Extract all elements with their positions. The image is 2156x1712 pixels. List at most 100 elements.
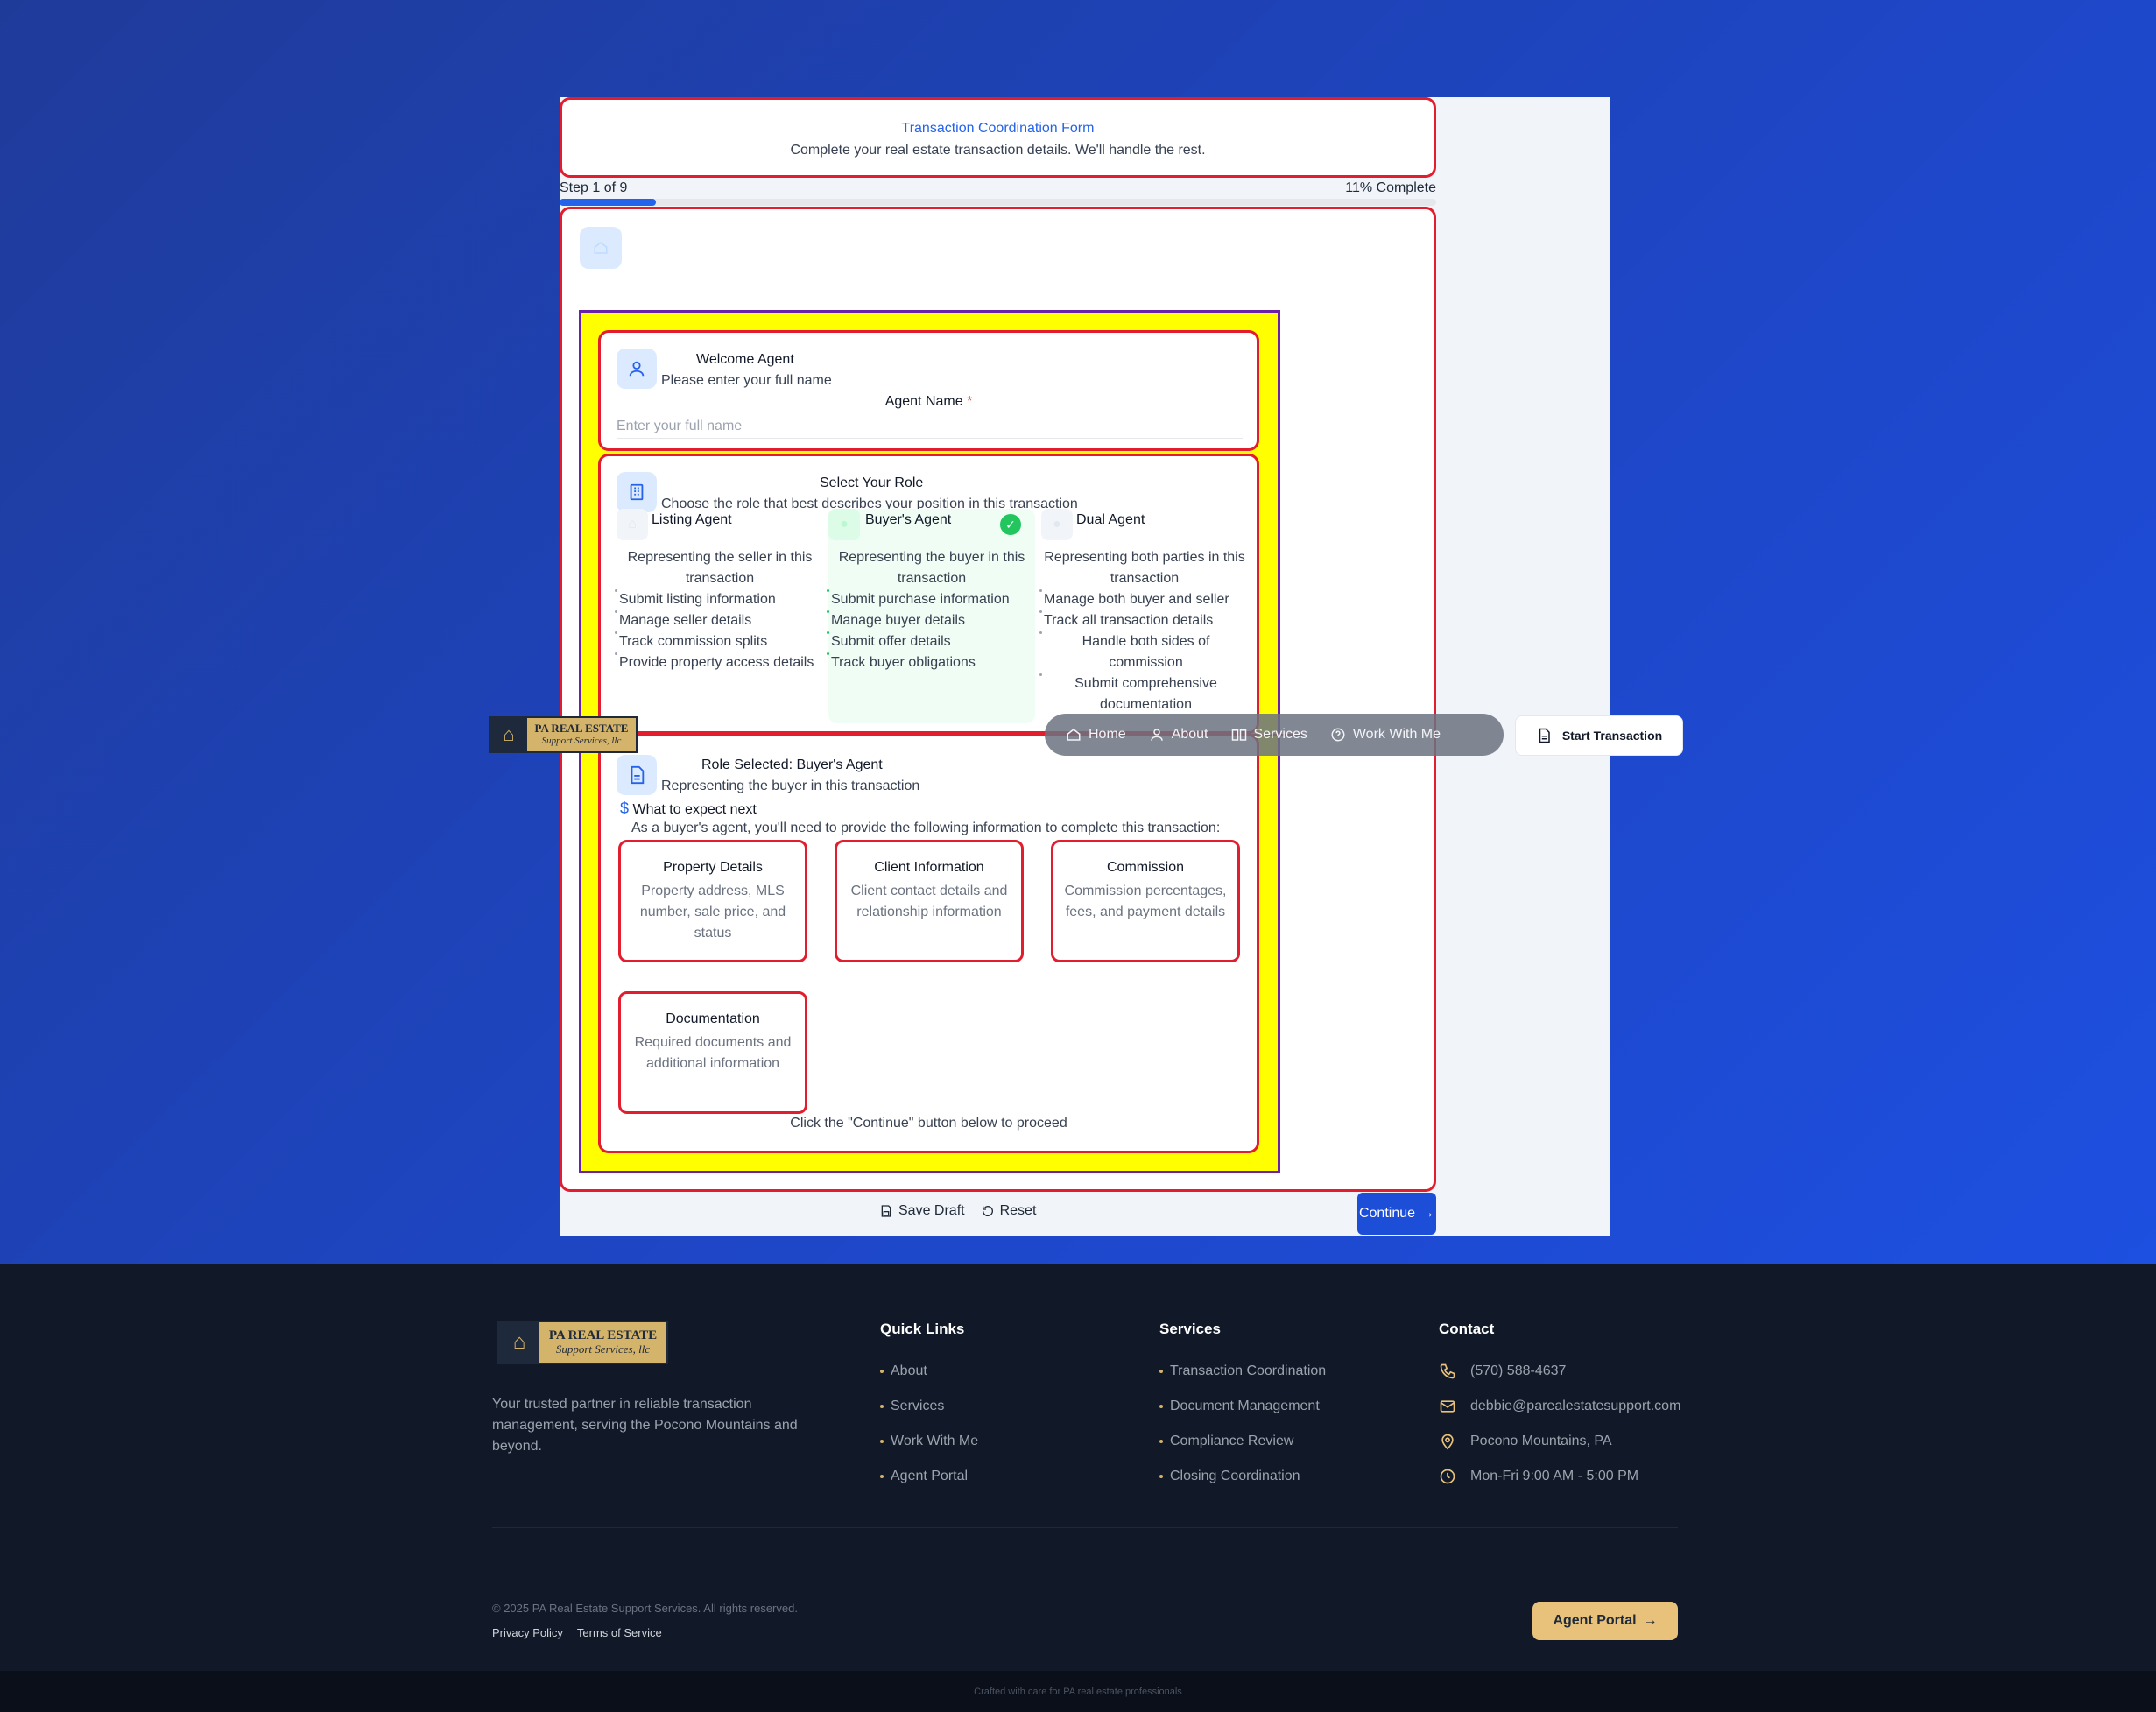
book-icon: [1231, 729, 1246, 741]
info-card-desc: Required documents and additional inform…: [634, 1035, 792, 1071]
info-card-title: Property Details: [663, 860, 763, 875]
check-icon: ✓: [1000, 514, 1021, 535]
list-item: Manage seller details: [615, 610, 823, 631]
welcome-title: Welcome Agent: [696, 352, 794, 367]
footer: [0, 1264, 2156, 1671]
info-card-documentation: Documentation Required documents and add…: [618, 991, 807, 1114]
building-icon: [617, 472, 657, 512]
agent-portal-button[interactable]: Agent Portal →: [1532, 1602, 1678, 1640]
copyright: © 2025 PA Real Estate Support Services. …: [492, 1602, 798, 1615]
role-selected-section: Role Selected: Buyer's Agent Representin…: [598, 734, 1259, 1153]
save-draft-label: Save Draft: [898, 1203, 965, 1218]
logo-tagline: Support Services, llc: [555, 1342, 651, 1356]
home-icon: ⌂: [617, 509, 648, 540]
list-item: Manage buyer details: [827, 610, 1035, 631]
expect-description: As a buyer's agent, you'll need to provi…: [631, 821, 1221, 835]
footer-tagline: Your trusted partner in reliable transac…: [492, 1397, 798, 1454]
nav-logo[interactable]: ⌂ PA REAL ESTATE Support Services, llc: [489, 716, 638, 753]
save-draft-button[interactable]: Save Draft: [879, 1203, 965, 1219]
nav-work-with-me[interactable]: Work With Me: [1330, 727, 1441, 743]
crafted-note: Crafted with care for PA real estate pro…: [974, 1687, 1182, 1697]
list-item: Submit listing information: [615, 589, 823, 610]
save-icon: [881, 1205, 891, 1217]
form-actions: Save Draft Reset: [879, 1203, 1036, 1219]
reset-button[interactable]: Reset: [981, 1203, 1037, 1219]
home-icon: [1067, 729, 1081, 741]
footer-divider: [492, 1527, 1678, 1528]
role-option-buyers-agent[interactable]: ● Buyer's Agent ✓ Representing the buyer…: [827, 509, 1035, 723]
reset-label: Reset: [999, 1203, 1037, 1218]
selected-role-subtitle: Representing the buyer in this transacti…: [661, 779, 920, 793]
house-logo-icon: ⌂: [499, 1322, 539, 1363]
quick-links-column: Quick Links About Services Work With Me …: [880, 1321, 978, 1494]
nav-about[interactable]: About: [1149, 727, 1208, 743]
clock-icon: [1440, 1469, 1455, 1484]
nav-bar: Home About Services Work With Me: [1045, 714, 1504, 756]
nav-home[interactable]: Home: [1066, 727, 1126, 743]
nav-services[interactable]: Services: [1231, 727, 1307, 743]
privacy-policy-link[interactable]: Privacy Policy: [492, 1626, 563, 1639]
footer-link-agent-portal[interactable]: Agent Portal: [880, 1459, 978, 1494]
role-feature-list: Submit purchase information Manage buyer…: [827, 589, 1035, 673]
role-feature-list: Submit listing information Manage seller…: [615, 589, 823, 673]
document-icon: [617, 755, 657, 795]
role-option-desc: Representing the buyer in this transacti…: [838, 550, 1025, 586]
role-option-dual-agent[interactable]: ● Dual Agent Representing both parties i…: [1039, 509, 1248, 723]
start-transaction-label: Start Transaction: [1561, 729, 1663, 743]
footer-link-services[interactable]: Services: [880, 1389, 978, 1424]
column-heading: Contact: [1439, 1321, 1495, 1337]
expect-heading: $ What to expect next: [620, 800, 757, 817]
role-title: Select Your Role: [820, 476, 924, 490]
form-header: Transaction Coordination Form Complete y…: [560, 97, 1436, 178]
logo-tagline: Support Services, llc: [541, 736, 622, 746]
continue-hint: Click the "Continue" button below to pro…: [790, 1116, 1067, 1131]
user-icon: ●: [828, 509, 860, 540]
contact-email[interactable]: debbie@parealestatesupport.com: [1439, 1389, 1680, 1424]
info-card-desc: Property address, MLS number, sale price…: [639, 884, 786, 941]
continue-label: Continue: [1358, 1206, 1416, 1221]
info-card-desc: Commission percentages, fees, and paymen…: [1064, 884, 1227, 919]
info-card-title: Commission: [1106, 860, 1184, 875]
footer-link-about[interactable]: About: [880, 1354, 978, 1389]
users-icon: ●: [1041, 509, 1073, 540]
user-icon: [617, 349, 657, 389]
role-section: Select Your Role Choose the role that be…: [598, 454, 1259, 734]
list-item: Submit comprehensive documentation: [1039, 673, 1248, 715]
house-logo-icon: ⌂: [490, 718, 527, 751]
continue-button[interactable]: Continue →: [1357, 1193, 1436, 1235]
footer-link-work-with-me[interactable]: Work With Me: [880, 1424, 978, 1459]
footer-service-item[interactable]: Transaction Coordination: [1159, 1354, 1326, 1389]
footer-service-item[interactable]: Document Management: [1159, 1389, 1326, 1424]
step-indicator: Step 1 of 9: [560, 180, 628, 195]
column-heading: Services: [1159, 1321, 1221, 1337]
agent-portal-label: Agent Portal: [1553, 1613, 1637, 1628]
arrow-right-icon: →: [1643, 1613, 1658, 1628]
contact-column: Contact (570) 588-4637 debbie@parealesta…: [1439, 1321, 1680, 1494]
info-card-title: Documentation: [666, 1011, 760, 1026]
role-option-name: Buyer's Agent: [865, 512, 952, 527]
logo-text: PA REAL ESTATE: [534, 722, 629, 735]
info-card-property: Property Details Property address, MLS n…: [618, 840, 807, 962]
footer-service-item[interactable]: Closing Coordination: [1159, 1459, 1326, 1494]
agent-name-input[interactable]: [617, 414, 1243, 439]
contact-phone[interactable]: (570) 588-4637: [1439, 1354, 1680, 1389]
list-item: Submit offer details: [827, 631, 1035, 652]
start-transaction-button[interactable]: Start Transaction: [1515, 715, 1683, 756]
role-option-listing-agent[interactable]: ⌂ Listing Agent Representing the seller …: [615, 509, 823, 723]
footer-service-item[interactable]: Compliance Review: [1159, 1424, 1326, 1459]
list-item: Track commission splits: [615, 631, 823, 652]
list-item: Manage both buyer and seller: [1039, 589, 1248, 610]
list-item: Track all transaction details: [1039, 610, 1248, 631]
required-mark: *: [967, 394, 973, 409]
legal-links: Privacy Policy Terms of Service: [492, 1626, 662, 1639]
logo-text: PA REAL ESTATE: [548, 1328, 658, 1342]
column-heading: Quick Links: [880, 1321, 965, 1337]
dollar-icon: $: [620, 800, 630, 817]
terms-of-service-link[interactable]: Terms of Service: [577, 1626, 662, 1639]
list-item: Provide property access details: [615, 652, 823, 673]
info-card-desc: Client contact details and relationship …: [850, 884, 1008, 919]
agent-name-label: Agent Name *: [884, 394, 973, 409]
footer-logo[interactable]: ⌂ PA REAL ESTATE Support Services, llc: [497, 1321, 668, 1364]
form-subtitle: Complete your real estate transaction de…: [790, 143, 1206, 158]
role-option-desc: Representing the seller in this transact…: [627, 550, 813, 586]
